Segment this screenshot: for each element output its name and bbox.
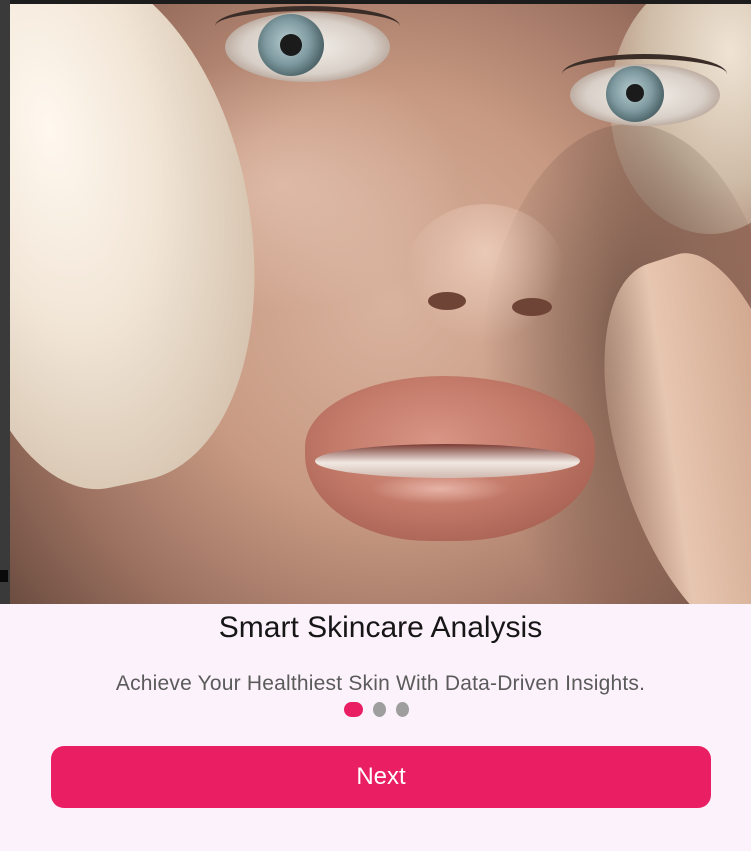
hero-lip-shine	[370, 474, 510, 504]
hero-nostril-right	[512, 298, 552, 316]
page-dot-active[interactable]	[344, 701, 363, 717]
window-edge-left	[0, 0, 10, 604]
page-indicator	[344, 700, 409, 718]
hero-lash-right	[562, 54, 727, 94]
page-dot[interactable]	[396, 701, 409, 717]
hero-nostril-left	[428, 292, 466, 310]
window-edge-notch	[0, 570, 8, 582]
hero-nose	[405, 204, 565, 344]
hero-mouth	[315, 444, 580, 478]
hero-lash-left	[215, 6, 400, 46]
page-dot[interactable]	[373, 701, 386, 717]
hero-image	[10, 4, 751, 604]
onboarding-screen: Smart Skincare Analysis Achieve Your Hea…	[0, 0, 751, 851]
next-button[interactable]: Next	[51, 746, 711, 808]
onboarding-title: Smart Skincare Analysis	[218, 611, 543, 644]
hero-hair	[10, 4, 301, 510]
onboarding-subtitle: Achieve Your Healthiest Skin With Data-D…	[115, 672, 646, 695]
